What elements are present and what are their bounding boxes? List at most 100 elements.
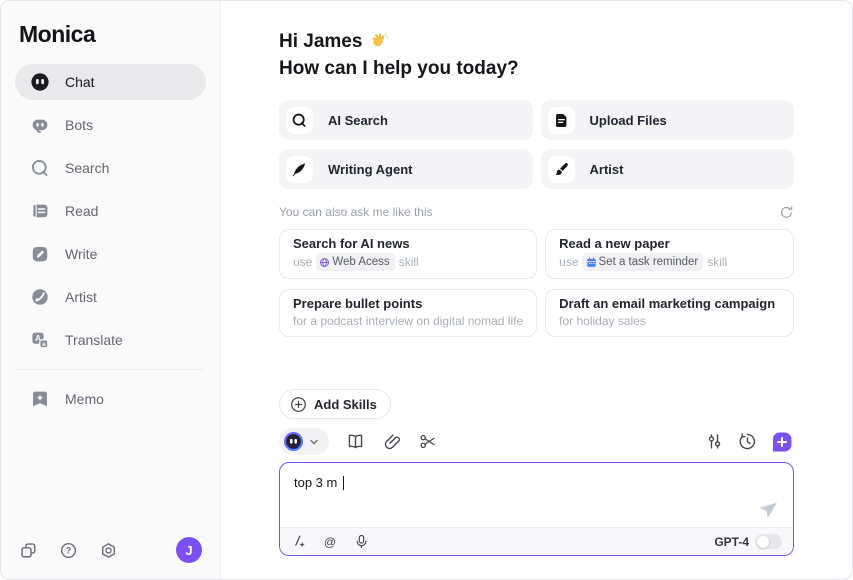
quick-action-ai-search[interactable]: AI Search (279, 100, 533, 140)
skill-pill-web-access: Web Acess (316, 253, 394, 271)
paintbrush-icon (548, 156, 575, 183)
sidebar-item-write[interactable]: Write (15, 236, 206, 272)
suggestion-draft-email-campaign[interactable]: Draft an email marketing campaign for ho… (545, 289, 794, 337)
suggestion-title: Draft an email marketing campaign (559, 295, 780, 313)
toggle-knob (757, 536, 769, 548)
text-caret (343, 476, 344, 490)
suggestion-title: Read a new paper (559, 235, 780, 253)
sidebar-item-search[interactable]: Search (15, 150, 206, 186)
sidebar-item-read[interactable]: Read (15, 193, 206, 229)
user-avatar[interactable]: J (176, 537, 202, 563)
quick-action-label: Writing Agent (328, 162, 413, 177)
sidebar-item-label: Chat (65, 74, 95, 90)
monica-face-icon (283, 431, 304, 452)
app-window: Monica Chat Bots Search Read (0, 0, 853, 580)
sidebar-divider (17, 369, 204, 370)
quick-action-writing-agent[interactable]: Writing Agent (279, 149, 533, 189)
sidebar-item-label: Search (65, 160, 109, 176)
send-button[interactable] (759, 497, 781, 519)
sidebar-item-chat[interactable]: Chat (15, 64, 206, 100)
composer-toolbar (279, 428, 794, 455)
sidebar-item-memo[interactable]: Memo (15, 381, 206, 417)
read-book-icon (30, 201, 50, 221)
refresh-icon[interactable] (778, 204, 794, 220)
skill-pill-label: Set a task reminder (599, 254, 699, 270)
message-input-value: top 3 m (294, 475, 337, 490)
add-skills-button[interactable]: Add Skills (279, 389, 391, 419)
add-skills-label: Add Skills (314, 397, 377, 412)
help-icon[interactable]: ? (59, 541, 78, 560)
sidebar-item-label: Artist (65, 289, 97, 305)
sidebar-item-label: Translate (65, 332, 123, 348)
quick-action-artist[interactable]: Artist (541, 149, 795, 189)
attachment-paperclip-icon[interactable] (381, 432, 401, 452)
skill-pill-task-reminder: Set a task reminder (583, 253, 704, 271)
quick-action-label: Upload Files (590, 113, 667, 128)
suggestion-use-prefix: use (293, 254, 312, 270)
settings-gear-icon[interactable] (99, 541, 118, 560)
suggestion-read-new-paper[interactable]: Read a new paper use Set a task reminder… (545, 229, 794, 279)
sidebar-item-label: Memo (65, 391, 104, 407)
main-panel: Hi James How can I help you today? AI Se… (221, 1, 852, 579)
settings-sliders-icon[interactable] (704, 432, 724, 452)
chat-face-icon (30, 72, 50, 92)
suggestion-title: Search for AI news (293, 235, 523, 253)
model-label: GPT-4 (714, 535, 749, 549)
assistant-selector[interactable] (279, 428, 329, 455)
mention-at-icon[interactable]: @ (322, 534, 338, 550)
suggestion-use-suffix: skill (399, 254, 419, 270)
greeting-line2: How can I help you today? (279, 55, 794, 82)
sidebar-item-artist[interactable]: Artist (15, 279, 206, 315)
calendar-icon (586, 257, 597, 268)
svg-text:?: ? (66, 545, 72, 555)
history-clock-icon[interactable] (737, 432, 757, 452)
suggestions-hint: You can also ask me like this (279, 205, 433, 219)
memo-bookmark-icon (30, 389, 50, 409)
scissors-icon[interactable] (417, 432, 437, 452)
quick-action-label: AI Search (328, 113, 388, 128)
slash-command-icon[interactable] (291, 534, 307, 550)
new-chat-plus-button[interactable] (770, 430, 794, 454)
input-footer-bar: @ GPT-4 (280, 527, 793, 555)
model-toggle[interactable] (755, 534, 782, 549)
suggestion-cards: Search for AI news use Web Acess skill R… (279, 229, 794, 337)
chevron-down-icon (308, 436, 320, 448)
plus-circle-icon (290, 396, 307, 413)
suggestion-use-prefix: use (559, 254, 578, 270)
message-input-box: top 3 m @ GPT-4 (279, 462, 794, 556)
quick-actions: AI Search Upload Files Writing Agent Art… (279, 100, 794, 189)
bots-icon (30, 115, 50, 135)
suggestion-subtitle: for holiday sales (559, 313, 646, 329)
svg-text:@: @ (324, 534, 336, 548)
skill-pill-label: Web Acess (332, 254, 389, 270)
suggestion-search-ai-news[interactable]: Search for AI news use Web Acess skill (279, 229, 537, 279)
toolbar-right-group (704, 430, 794, 454)
suggestion-prepare-bullet-points[interactable]: Prepare bullet points for a podcast inte… (279, 289, 537, 337)
write-pencil-icon (30, 244, 50, 264)
sidebar-item-translate[interactable]: Aa Translate (15, 322, 206, 358)
app-logo: Monica (15, 15, 206, 64)
quick-action-label: Artist (590, 162, 624, 177)
sidebar-item-label: Write (65, 246, 97, 262)
search-icon (30, 158, 50, 178)
sidebar-item-label: Bots (65, 117, 93, 133)
suggestion-title: Prepare bullet points (293, 295, 523, 313)
microphone-icon[interactable] (353, 534, 369, 550)
suggestion-subtitle: for a podcast interview on digital nomad… (293, 313, 523, 329)
suggestion-use-suffix: skill (707, 254, 727, 270)
prompt-library-book-icon[interactable] (345, 432, 365, 452)
sidebar-bottom-bar: ? J (15, 537, 206, 563)
search-icon (286, 107, 313, 134)
globe-icon (319, 257, 330, 268)
quick-action-upload-files[interactable]: Upload Files (541, 100, 795, 140)
devices-icon[interactable] (19, 541, 38, 560)
translate-icon: Aa (30, 330, 50, 350)
greeting: Hi James How can I help you today? (279, 28, 794, 82)
document-icon (548, 107, 575, 134)
sidebar-item-bots[interactable]: Bots (15, 107, 206, 143)
artist-brush-icon (30, 287, 50, 307)
sidebar: Monica Chat Bots Search Read (1, 1, 221, 579)
model-toggle-group: GPT-4 (714, 534, 782, 549)
message-input[interactable]: top 3 m (280, 463, 793, 527)
svg-text:a: a (42, 341, 46, 348)
